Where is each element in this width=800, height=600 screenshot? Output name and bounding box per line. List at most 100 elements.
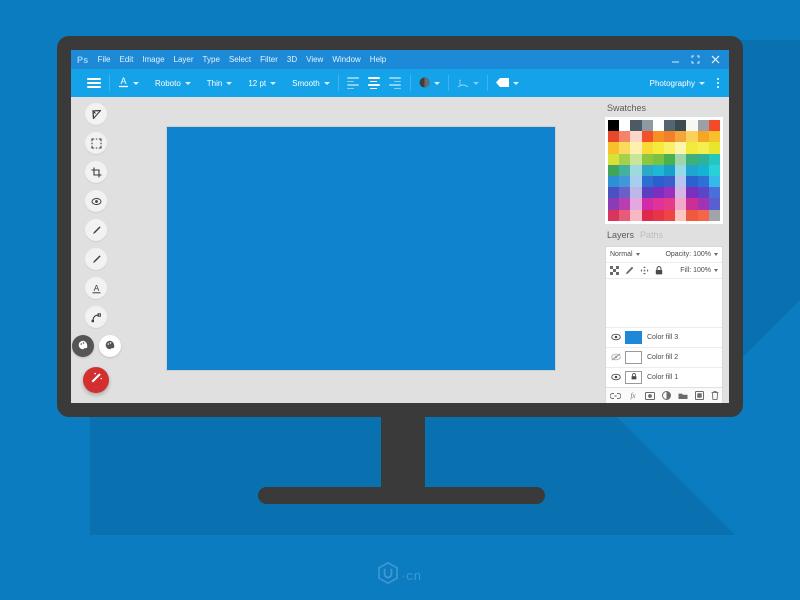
minimize-icon[interactable] xyxy=(671,55,680,64)
layer-thumbnail[interactable] xyxy=(625,350,642,364)
swatch-cell[interactable] xyxy=(686,164,698,177)
swatch-cell[interactable] xyxy=(608,131,620,143)
trash-icon[interactable] xyxy=(711,387,719,403)
menu-item-help[interactable]: Help xyxy=(370,55,386,64)
swatch-cell[interactable] xyxy=(663,176,676,188)
swatch-cell[interactable] xyxy=(697,176,709,188)
swatch-cell[interactable] xyxy=(686,209,698,221)
swatch-cell[interactable] xyxy=(686,176,698,188)
swatch-cell[interactable] xyxy=(663,153,676,165)
swatch-grid[interactable] xyxy=(608,120,720,221)
magic-wand-fab[interactable] xyxy=(83,367,109,393)
swatch-cell[interactable] xyxy=(630,176,642,188)
swatch-cell[interactable] xyxy=(619,120,631,132)
swatch-cell[interactable] xyxy=(675,187,687,199)
swatch-cell[interactable] xyxy=(675,153,687,165)
swatch-cell[interactable] xyxy=(619,142,631,154)
swatch-cell[interactable] xyxy=(663,209,676,221)
swatch-cell[interactable] xyxy=(663,187,676,199)
brush-tool-button[interactable] xyxy=(85,219,107,241)
swatch-cell[interactable] xyxy=(708,142,720,154)
swatch-cell[interactable] xyxy=(675,120,687,132)
align-right-button[interactable] xyxy=(388,77,401,89)
swatch-cell[interactable] xyxy=(675,131,687,143)
layer-visibility-toggle[interactable] xyxy=(610,373,622,381)
swatch-cell[interactable] xyxy=(663,131,676,143)
swatch-cell[interactable] xyxy=(630,120,642,132)
workspace-switcher[interactable]: Photography xyxy=(650,78,721,88)
swatch-cell[interactable] xyxy=(630,153,642,165)
align-center-button[interactable] xyxy=(367,77,380,89)
swatch-cell[interactable] xyxy=(697,153,709,165)
fill-control[interactable]: Fill: 100% xyxy=(680,267,718,274)
swatch-cell[interactable] xyxy=(630,198,642,210)
swatch-cell[interactable] xyxy=(652,187,664,199)
swatch-cell[interactable] xyxy=(686,198,698,210)
swatch-cell[interactable] xyxy=(663,164,676,177)
foreground-color-button[interactable] xyxy=(71,335,94,357)
swatch-cell[interactable] xyxy=(663,142,676,154)
menu-item-select[interactable]: Select xyxy=(229,55,251,64)
opacity-control[interactable]: Opacity: 100% xyxy=(665,251,718,258)
swatch-cell[interactable] xyxy=(630,187,642,199)
swatch-cell[interactable] xyxy=(641,176,653,188)
swatch-cell[interactable] xyxy=(708,198,720,210)
text-color-swatch-button[interactable] xyxy=(411,69,448,97)
swatch-cell[interactable] xyxy=(608,153,620,165)
menu-item-file[interactable]: File xyxy=(98,55,111,64)
swatch-cell[interactable] xyxy=(608,209,620,221)
lock-transparent-pixels-icon[interactable] xyxy=(610,265,619,275)
swatch-cell[interactable] xyxy=(675,176,687,188)
swatch-cell[interactable] xyxy=(641,198,653,210)
swatch-cell[interactable] xyxy=(652,209,664,221)
swatch-cell[interactable] xyxy=(608,187,620,199)
swatch-cell[interactable] xyxy=(630,142,642,154)
swatch-cell[interactable] xyxy=(708,153,720,165)
move-tool-button[interactable] xyxy=(85,103,107,125)
background-color-button[interactable] xyxy=(98,335,121,357)
swatch-cell[interactable] xyxy=(619,209,631,221)
swatch-cell[interactable] xyxy=(608,198,620,210)
swatch-cell[interactable] xyxy=(686,120,698,132)
tab-paths[interactable]: Paths xyxy=(640,230,663,240)
swatch-cell[interactable] xyxy=(652,198,664,210)
swatch-cell[interactable] xyxy=(686,131,698,143)
layer-thumbnail[interactable] xyxy=(625,330,642,344)
shape-button[interactable] xyxy=(488,69,527,97)
swatch-cell[interactable] xyxy=(708,209,720,221)
link-icon[interactable] xyxy=(609,387,621,403)
swatch-cell[interactable] xyxy=(619,153,631,165)
swatch-cell[interactable] xyxy=(686,187,698,199)
swatch-cell[interactable] xyxy=(641,209,653,221)
menu-item-image[interactable]: Image xyxy=(142,55,164,64)
menu-item-filter[interactable]: Filter xyxy=(260,55,278,64)
swatch-cell[interactable] xyxy=(619,187,631,199)
swatch-cell[interactable] xyxy=(652,176,664,188)
swatch-cell[interactable] xyxy=(641,120,653,132)
swatch-cell[interactable] xyxy=(630,209,642,221)
swatch-cell[interactable] xyxy=(697,198,709,210)
swatch-cell[interactable] xyxy=(641,164,653,177)
swatch-cell[interactable] xyxy=(619,176,631,188)
close-icon[interactable] xyxy=(711,55,720,64)
blend-mode-dropdown[interactable]: Normal xyxy=(610,251,633,258)
swatch-cell[interactable] xyxy=(608,176,620,188)
swatch-cell[interactable] xyxy=(652,120,664,132)
layer-visibility-toggle[interactable] xyxy=(610,353,622,361)
pencil-tool-button[interactable] xyxy=(85,248,107,270)
swatch-cell[interactable] xyxy=(641,153,653,165)
swatch-cell[interactable] xyxy=(619,164,631,177)
table-row[interactable]: Color fill 3 xyxy=(606,326,722,347)
swatch-cell[interactable] xyxy=(697,120,709,132)
swatch-cell[interactable] xyxy=(675,164,687,177)
swatch-cell[interactable] xyxy=(708,187,720,199)
swatch-cell[interactable] xyxy=(641,131,653,143)
font-weight-dropdown[interactable]: Thin xyxy=(199,69,241,97)
menu-item-layer[interactable]: Layer xyxy=(174,55,194,64)
fx-icon[interactable]: fx xyxy=(628,387,638,403)
hamburger-menu-button[interactable] xyxy=(79,69,109,97)
swatch-cell[interactable] xyxy=(619,131,631,143)
antialias-dropdown[interactable]: Smooth xyxy=(284,69,338,97)
new-layer-icon[interactable] xyxy=(694,387,704,403)
swatch-cell[interactable] xyxy=(708,131,720,143)
